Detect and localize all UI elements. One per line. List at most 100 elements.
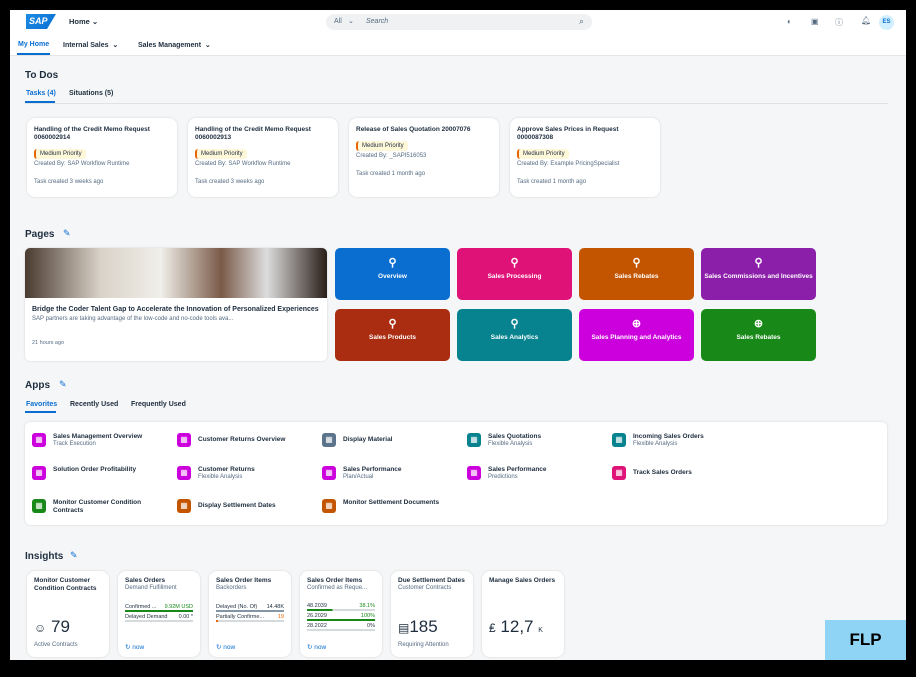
insight-card[interactable]: Sales Order ItemsConfirmed as Reque...48… [300, 571, 382, 657]
news-card[interactable]: Bridge the Coder Talent Gap to Accelerat… [25, 248, 327, 361]
tile-label: Sales Analytics [491, 334, 538, 341]
app-item[interactable]: ▦Customer ReturnsFlexible Analysis [177, 466, 255, 480]
page-tile[interactable]: ⚲Sales Analytics [457, 309, 572, 361]
task-card[interactable]: Release of Sales Quotation 20007076Mediu… [349, 118, 499, 197]
edit-pencil-icon[interactable]: ✎ [63, 228, 71, 239]
news-image [25, 248, 327, 298]
app-icon: ▦ [612, 466, 626, 480]
page-icon: ⚲ [335, 317, 450, 330]
page-tile[interactable]: ⚲Sales Rebates [579, 248, 694, 300]
insights-title: Insights [25, 551, 63, 562]
refresh-now[interactable]: ↻ now [216, 643, 235, 651]
insight-card[interactable]: Sales Order ItemsBackordersDelayed (No. … [209, 571, 291, 657]
page-icon: ⚲ [335, 256, 450, 269]
active-indicator [25, 411, 56, 413]
app-item[interactable]: ▦ Sales PerformancePlan/Actual [322, 466, 402, 480]
tile-label: Sales Products [369, 334, 416, 341]
tab-favorites[interactable]: Favorites [26, 401, 57, 408]
refresh-now[interactable]: ↻ now [307, 643, 326, 651]
app-item[interactable]: ▦Customer Returns Overview [177, 433, 285, 447]
page-tile[interactable]: ⚲ Sales Products [335, 309, 450, 361]
app-item[interactable]: ▦Display Material [322, 433, 393, 447]
space-tabs: My Home Internal Sales ⌄ Sales Managemen… [10, 36, 906, 56]
app-item[interactable]: ▦Track Sales Orders [612, 466, 692, 480]
tile-label: Sales Rebates [736, 334, 780, 341]
tile-label: Sales Processing [488, 273, 542, 280]
app-item[interactable]: ▦Display Settlement Dates [177, 499, 276, 513]
feedback-icon[interactable]: ▣ [811, 17, 819, 26]
app-name: Solution Order Profitability [53, 466, 136, 474]
chevron-down-icon: ⌄ [348, 17, 354, 25]
app-item[interactable]: ▦Monitor Settlement Documents [322, 499, 439, 513]
insight-card[interactable]: Due Settlement DatesCustomer Contracts▤1… [391, 571, 473, 657]
refresh-now[interactable]: ↻ now [125, 643, 144, 651]
tab-recently-used[interactable]: Recently Used [70, 401, 118, 408]
tab-situations[interactable]: Situations (5) [69, 90, 113, 97]
page-icon: ⊕ [701, 317, 816, 330]
insight-card[interactable]: Sales OrdersDemand FulfillmentConfirmed … [118, 571, 200, 657]
sales-order-icon: ₤ [489, 621, 496, 635]
app-item[interactable]: ▦Incoming Sales OrdersFlexible Analysis [612, 433, 704, 447]
priority-badge: Medium Priority [517, 149, 569, 159]
apps-title: Apps [25, 380, 50, 391]
tile-label: Sales Planning and Analytics [591, 334, 681, 341]
calendar-icon: ▤ [398, 621, 409, 635]
task-card[interactable]: Handling of the Credit Memo Request 0060… [27, 118, 177, 197]
page-tile[interactable]: ⚲Sales Commissions and Incentives [701, 248, 816, 300]
avatar[interactable]: ES [879, 15, 894, 30]
edit-pencil-icon[interactable]: ✎ [59, 379, 67, 390]
app-icon: ▦ [32, 466, 46, 480]
app-name: Display Settlement Dates [198, 502, 276, 510]
app-item[interactable]: ▦Sales QuotationsFlexible Analysis [467, 433, 541, 447]
app-item[interactable]: ▦ Solution Order Profitability [32, 466, 136, 480]
app-subtitle: Plan/Actual [343, 474, 402, 480]
app-name: Display Material [343, 436, 393, 444]
search-scope[interactable]: All [334, 18, 342, 25]
bell-icon[interactable]: 🔔︎ [861, 16, 871, 25]
insight-card[interactable]: Monitor Customer Condition Contracts☺ 79… [27, 571, 109, 657]
app-icon: ▦ [177, 466, 191, 480]
tile-label: Sales Rebates [614, 273, 658, 280]
app-subtitle: Track Execution [53, 441, 142, 447]
search-icon[interactable]: ⌕ [579, 16, 584, 27]
insight-card[interactable]: Manage Sales Orders₤ 12,7 K [482, 571, 564, 657]
app-item[interactable]: ▦Sales Management OverviewTrack Executio… [32, 433, 142, 447]
tab-my-home[interactable]: My Home [18, 41, 49, 48]
page-tile[interactable]: ⊕ Sales Planning and Analytics [579, 309, 694, 361]
page-tile[interactable]: ⚲Sales Processing [457, 248, 572, 300]
priority-badge: Medium Priority [356, 141, 408, 151]
news-title: Bridge the Coder Talent Gap to Accelerat… [32, 306, 320, 314]
help-icon[interactable]: ⓘ [835, 17, 843, 28]
app-name: Monitor Settlement Documents [343, 499, 439, 507]
flp-badge: FLP [825, 620, 906, 660]
active-indicator [17, 53, 50, 55]
app-icon: ▦ [32, 433, 46, 447]
edit-pencil-icon[interactable]: ✎ [70, 550, 78, 561]
app-name: Monitor Customer Condition Contracts [53, 499, 168, 514]
app-name: Sales Performance [488, 466, 547, 474]
home-menu[interactable]: Home ⌄ [69, 17, 98, 26]
news-time: 21 hours ago [32, 340, 320, 346]
page-tile[interactable]: ⊕ Sales Rebates [701, 309, 816, 361]
page-icon: ⊕ [579, 317, 694, 330]
tab-sales-management[interactable]: Sales Management ⌄ [138, 41, 211, 49]
app-icon: ▦ [322, 466, 336, 480]
sap-logo[interactable]: SAP [26, 14, 56, 29]
search-input[interactable]: Search [366, 18, 388, 25]
task-card[interactable]: Approve Sales Prices in Request 00000873… [510, 118, 660, 197]
app-icon: ▦ [32, 499, 46, 513]
priority-badge: Medium Priority [195, 149, 247, 159]
news-text: SAP partners are taking advantage of the… [32, 316, 320, 322]
tab-tasks[interactable]: Tasks (4) [26, 90, 56, 97]
app-item[interactable]: ▦Sales PerformancePredictions [467, 466, 547, 480]
page-tile[interactable]: ⚲Overview [335, 248, 450, 300]
app-name: Sales Performance [343, 466, 402, 474]
joule-icon[interactable]: ◐ [787, 17, 792, 26]
contract-icon: ☺ [34, 621, 46, 635]
tab-internal-sales[interactable]: Internal Sales ⌄ [63, 41, 118, 49]
tab-frequently-used[interactable]: Frequently Used [131, 401, 186, 408]
search-field[interactable]: All ⌄ Search ⌕ [326, 14, 592, 30]
divider [25, 103, 888, 104]
app-item[interactable]: ▦ Monitor Customer Condition Contracts [32, 499, 168, 514]
task-card[interactable]: Handling of the Credit Memo Request 0060… [188, 118, 338, 197]
